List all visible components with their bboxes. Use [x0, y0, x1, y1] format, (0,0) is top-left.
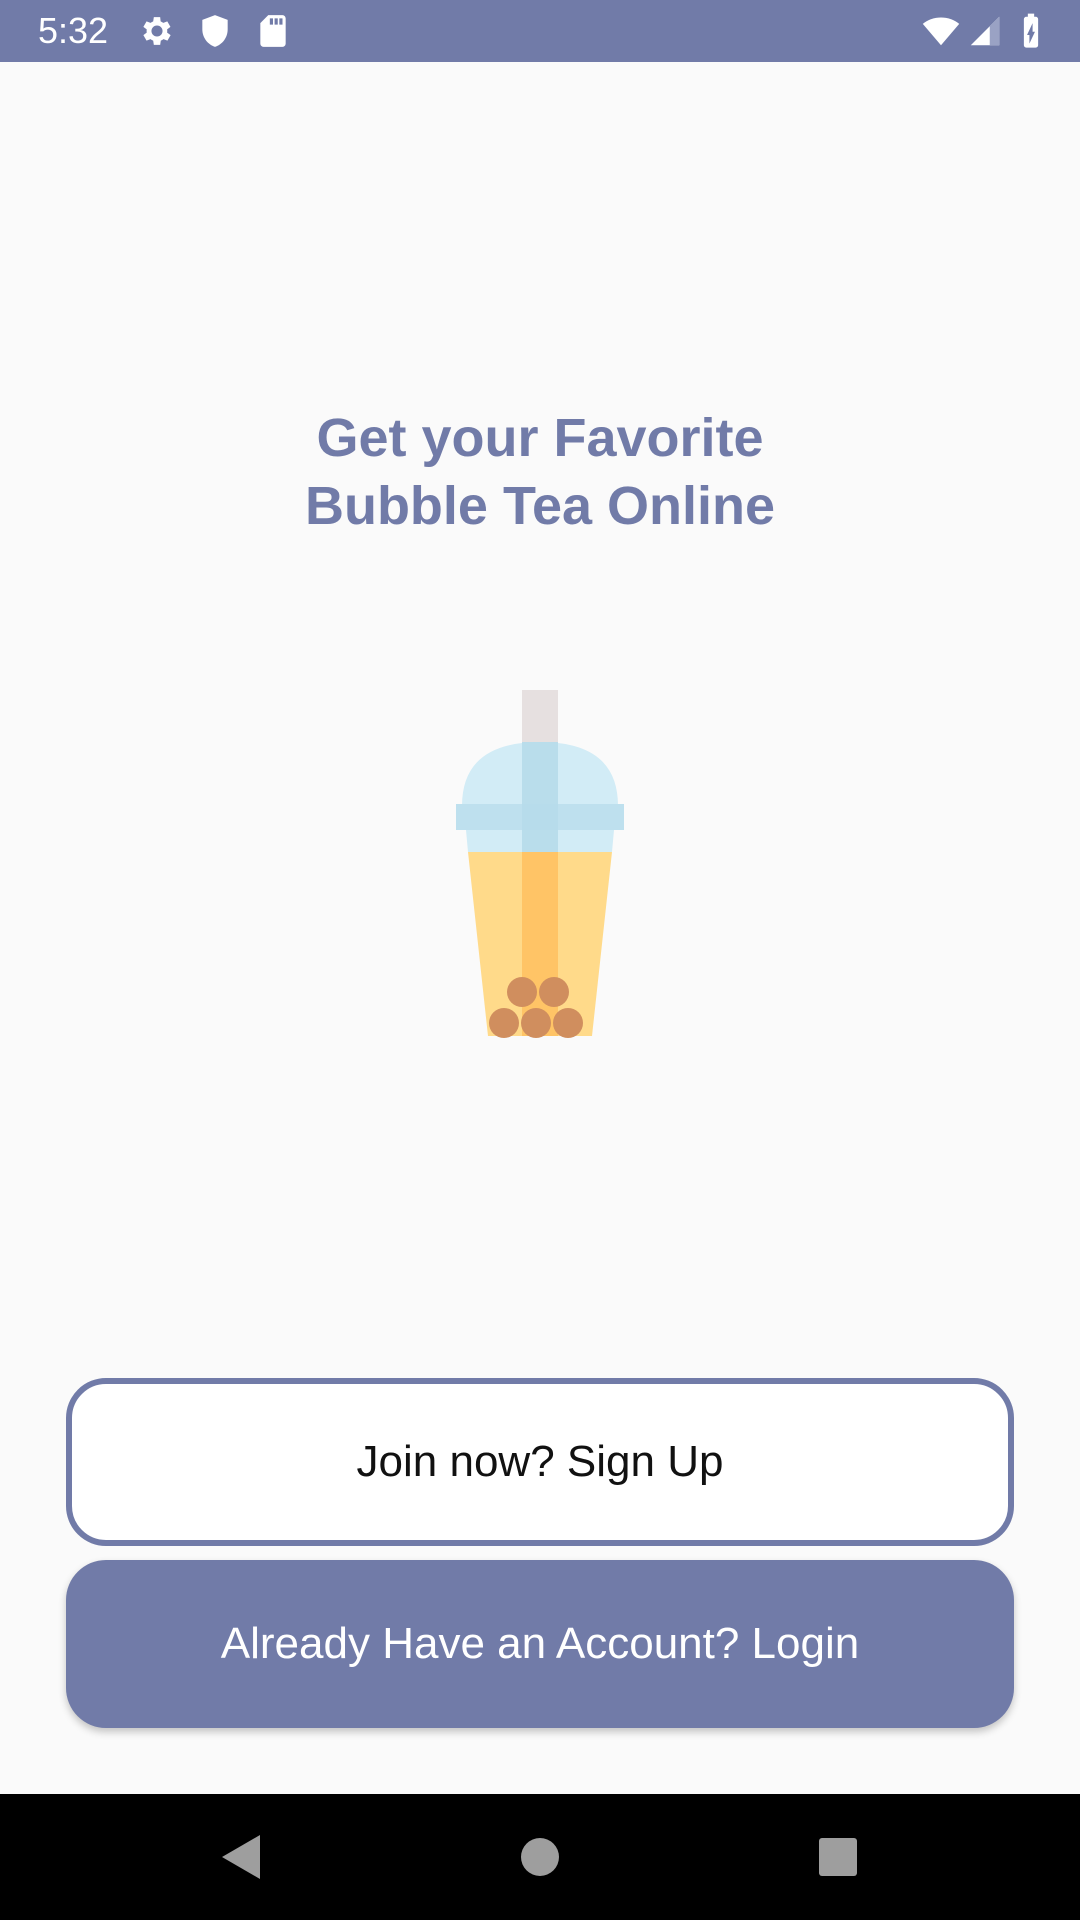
signup-button-label: Join now? Sign Up	[356, 1437, 724, 1486]
bubble-tea-icon	[456, 688, 624, 1040]
login-button-label: Already Have an Account? Login	[220, 1619, 860, 1668]
back-icon[interactable]	[210, 1827, 270, 1887]
headline-line-1: Get your Favorite	[316, 408, 764, 468]
recents-icon[interactable]	[808, 1827, 868, 1887]
navigation-bar	[0, 1794, 1080, 1920]
signup-button[interactable]: Join now? Sign Up	[66, 1378, 1014, 1546]
welcome-screen: 5:32 Get your Favorite Bubble Tea Online	[0, 0, 1080, 1920]
wifi-icon	[922, 12, 960, 50]
home-icon[interactable]	[510, 1827, 570, 1887]
sd-card-icon	[254, 12, 292, 50]
page-title: Get your Favorite Bubble Tea Online	[0, 404, 1080, 540]
headline-line-2: Bubble Tea Online	[304, 476, 776, 536]
status-bar: 5:32	[0, 0, 1080, 62]
shield-icon	[196, 12, 234, 50]
battery-charging-icon	[1012, 12, 1050, 50]
signal-icon	[966, 12, 1004, 50]
gear-icon	[138, 12, 176, 50]
status-time: 5:32	[38, 10, 109, 51]
login-button[interactable]: Already Have an Account? Login	[66, 1560, 1014, 1728]
